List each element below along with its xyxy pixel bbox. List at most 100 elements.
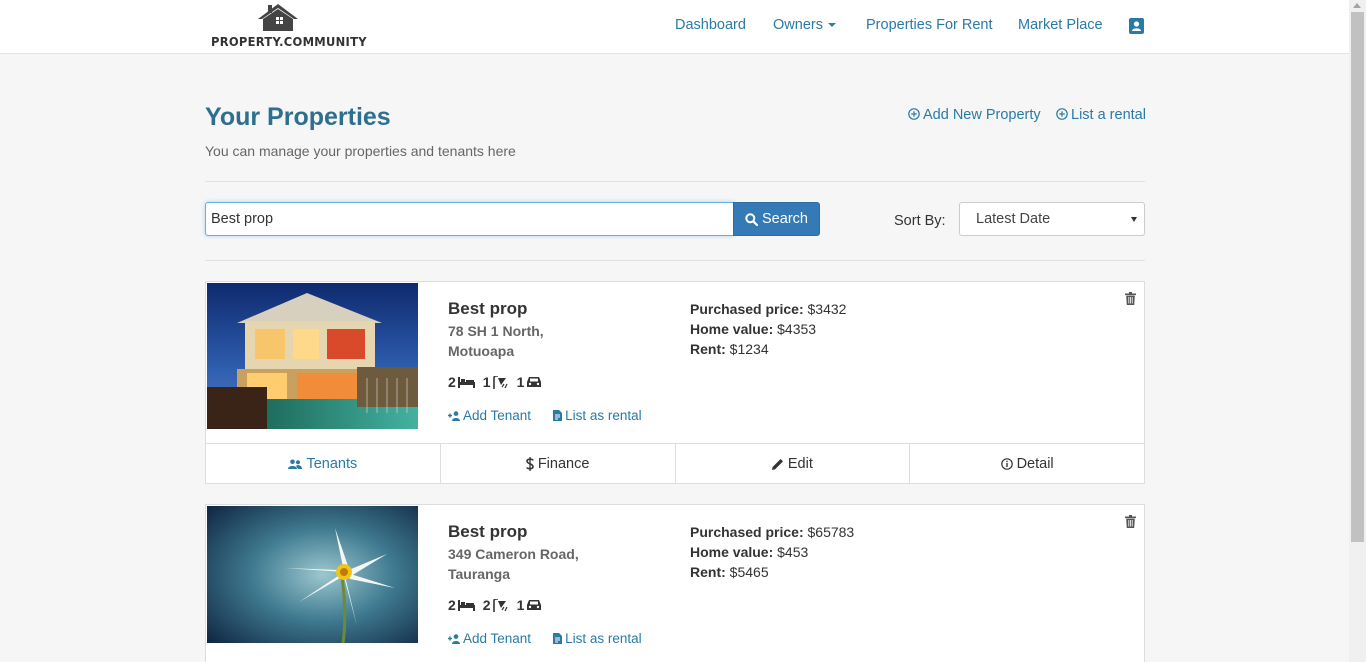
tab-detail-label: Detail [1016, 455, 1054, 472]
add-new-property-label: Add New Property [923, 107, 1041, 123]
property-photo[interactable] [207, 506, 418, 643]
rent-label: Rent: [690, 564, 726, 580]
list-a-rental-label: List a rental [1071, 107, 1146, 123]
tab-edit-label: Edit [787, 455, 813, 472]
list-as-rental-link[interactable]: List as rental [553, 631, 642, 646]
trash-icon [1125, 515, 1136, 528]
property-address: 78 SH 1 North, Motuoapa [448, 321, 578, 361]
rent-value: $1234 [729, 341, 769, 357]
bedrooms-count: 2 [448, 597, 456, 613]
address-line: 78 SH 1 North, [448, 323, 544, 339]
sort-selected-value: Latest Date [976, 211, 1051, 227]
property-name: Best prop [448, 522, 528, 541]
property-prices: Purchased price: $3432 Home value: $4353… [690, 299, 846, 359]
purchased-price-value: $3432 [807, 301, 847, 317]
add-person-icon [448, 633, 460, 644]
property-features: 2 1 1 [448, 374, 542, 390]
nav-owners-dropdown[interactable]: Owners [773, 17, 836, 33]
home-value-row: Home value: $4353 [690, 319, 846, 339]
bathrooms-count: 1 [482, 374, 491, 390]
page-scrollbar[interactable] [1349, 0, 1366, 662]
trash-icon [1125, 292, 1136, 305]
list-as-rental-label: List as rental [565, 408, 642, 423]
home-value-row: Home value: $453 [690, 542, 854, 562]
address-line: Tauranga [448, 566, 510, 582]
tab-finance-label: Finance [537, 455, 590, 472]
bathrooms-count: 2 [482, 597, 491, 613]
list-as-rental-link[interactable]: List as rental [553, 408, 642, 423]
site-logo[interactable]: PROPERTY.COMMUNITY [210, 3, 367, 49]
dollar-icon [526, 456, 534, 471]
purchased-price-label: Purchased price: [690, 524, 804, 540]
shower-icon [492, 375, 508, 389]
search-input[interactable] [205, 202, 734, 236]
sort-by-select[interactable]: Latest Date [959, 202, 1145, 236]
home-value-value: $453 [777, 544, 809, 560]
purchased-price-row: Purchased price: $3432 [690, 299, 846, 319]
tab-finance[interactable]: Finance [441, 444, 676, 483]
property-card: Best prop 78 SH 1 North, Motuoapa 2 1 1 … [205, 281, 1145, 484]
rent-row: Rent: $1234 [690, 339, 846, 359]
delete-property-button[interactable] [1125, 292, 1136, 310]
divider [205, 260, 1145, 261]
select-arrow-icon [1131, 217, 1137, 222]
pencil-icon [771, 458, 783, 470]
sort-by-label: Sort By: [894, 213, 946, 229]
add-tenant-label: Add Tenant [463, 408, 532, 423]
nav-owners-label: Owners [773, 17, 823, 33]
nav-dashboard[interactable]: Dashboard [675, 17, 746, 33]
scrollbar-thumb[interactable] [1351, 12, 1364, 542]
purchased-price-value: $65783 [807, 524, 855, 540]
property-photo[interactable] [207, 283, 418, 429]
property-card-tabs: Tenants Finance Edit Detail [206, 443, 1144, 483]
bed-icon [457, 376, 475, 388]
add-tenant-link[interactable]: Add Tenant [448, 408, 531, 423]
delete-property-button[interactable] [1125, 515, 1136, 533]
property-actions: Add Tenant List as rental [448, 631, 642, 646]
tab-tenants[interactable]: Tenants [206, 444, 441, 483]
people-icon [288, 459, 303, 469]
top-navbar: PROPERTY.COMMUNITY Dashboard Owners Prop… [0, 0, 1349, 54]
address-line: Motuoapa [448, 343, 515, 359]
search-icon [745, 212, 759, 226]
car-icon [527, 377, 542, 387]
divider [205, 181, 1145, 182]
search-button[interactable]: Search [733, 202, 820, 236]
search-button-label: Search [762, 211, 808, 227]
car-icon [527, 600, 542, 610]
nav-market-place[interactable]: Market Place [1018, 17, 1103, 33]
purchased-price-label: Purchased price: [690, 301, 804, 317]
rent-label: Rent: [690, 341, 726, 357]
tab-tenants-label: Tenants [306, 455, 358, 472]
add-new-property-button[interactable]: Add New Property [908, 107, 1041, 123]
tab-detail[interactable]: Detail [910, 444, 1144, 483]
shower-icon [492, 598, 508, 612]
add-tenant-label: Add Tenant [463, 631, 532, 646]
plus-circle-icon [1056, 108, 1068, 120]
property-prices: Purchased price: $65783 Home value: $453… [690, 522, 854, 582]
address-line: 349 Cameron Road, [448, 546, 579, 562]
nav-properties-for-rent[interactable]: Properties For Rent [866, 17, 993, 33]
rent-value: $5465 [729, 564, 769, 580]
house-logo-icon [258, 4, 298, 31]
logo-text: PROPERTY.COMMUNITY [211, 34, 367, 49]
add-tenant-link[interactable]: Add Tenant [448, 631, 531, 646]
document-icon [553, 633, 563, 644]
page-title: Your Properties [205, 103, 391, 131]
property-card: Best prop 349 Cameron Road, Tauranga 2 2… [205, 504, 1145, 662]
info-circle-icon [1000, 457, 1013, 470]
bedrooms-count: 2 [448, 374, 456, 390]
parking-count: 1 [516, 374, 525, 390]
tab-edit[interactable]: Edit [676, 444, 911, 483]
property-features: 2 2 1 [448, 597, 542, 613]
property-name: Best prop [448, 299, 528, 318]
caret-down-icon [827, 23, 836, 28]
scroll-up-arrow-icon[interactable] [1353, 3, 1361, 8]
list-as-rental-label: List as rental [565, 631, 642, 646]
profile-icon[interactable] [1129, 18, 1144, 39]
list-a-rental-button[interactable]: List a rental [1056, 107, 1146, 123]
property-address: 349 Cameron Road, Tauranga [448, 544, 598, 584]
page-subtitle: You can manage your properties and tenan… [205, 143, 516, 159]
bed-icon [457, 599, 475, 611]
property-actions: Add Tenant List as rental [448, 408, 642, 423]
